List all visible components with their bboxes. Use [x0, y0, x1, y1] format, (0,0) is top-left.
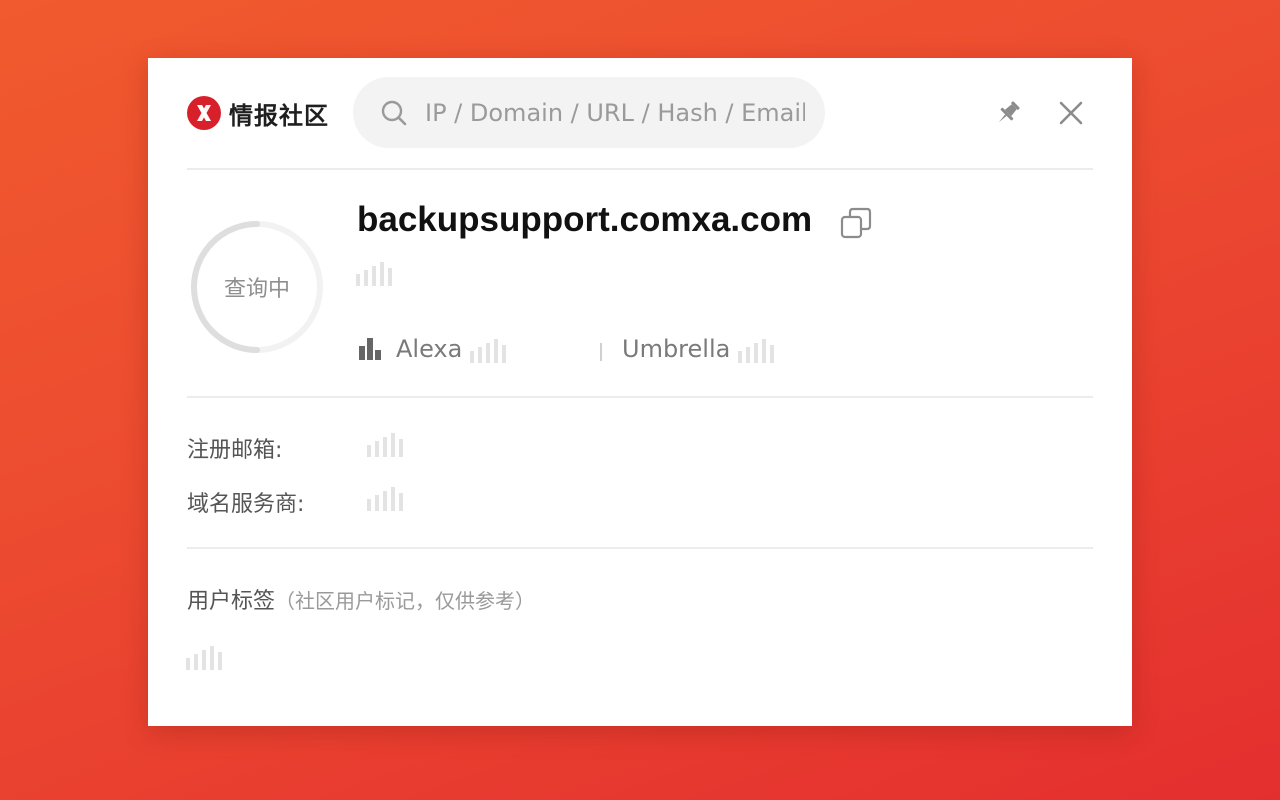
user-tags-title: 用户标签 — [187, 589, 276, 614]
user-tags-heading: 用户标签（社区用户标记，仅供参考） — [187, 583, 535, 615]
x-logo-icon — [187, 96, 221, 130]
loading-bars-icon — [356, 262, 394, 286]
threat-intel-popup: 情报社区 IP / Domain / URL / Hash / Email 查询… — [148, 58, 1132, 726]
registrant-email-label: 注册邮箱: — [187, 438, 283, 463]
rank-separator — [600, 343, 602, 361]
popup-header: 情报社区 — [187, 77, 1093, 149]
alexa-rank-label: Alexa — [396, 335, 463, 363]
section-divider — [187, 396, 1093, 398]
domain-name: backupsupport.comxa.com — [357, 200, 813, 239]
brand[interactable]: 情报社区 — [187, 94, 329, 132]
loading-bars-icon — [186, 646, 224, 670]
umbrella-rank-label: Umbrella — [622, 335, 731, 363]
registrar-label: 域名服务商: — [187, 492, 305, 517]
bar-chart-icon — [359, 338, 383, 364]
query-status-text: 查询中 — [223, 277, 290, 302]
loading-spinner: 查询中 — [189, 219, 325, 355]
copy-icon[interactable] — [838, 205, 874, 241]
loading-bars-icon — [470, 339, 508, 363]
loading-bars-icon — [367, 487, 405, 511]
brand-name: 情报社区 — [229, 101, 329, 130]
header-divider — [187, 168, 1093, 170]
pin-icon[interactable] — [990, 95, 1026, 131]
rank-row: Alexa Umbrella — [359, 333, 1059, 367]
user-tags-note: （社区用户标记，仅供参考） — [275, 589, 536, 613]
loading-bars-icon — [738, 339, 776, 363]
close-icon[interactable] — [1053, 95, 1089, 131]
search-input[interactable] — [423, 97, 807, 128]
loading-bars-icon — [367, 433, 405, 457]
search-icon — [379, 98, 409, 128]
search-box[interactable] — [353, 77, 825, 148]
section-divider — [187, 547, 1093, 549]
